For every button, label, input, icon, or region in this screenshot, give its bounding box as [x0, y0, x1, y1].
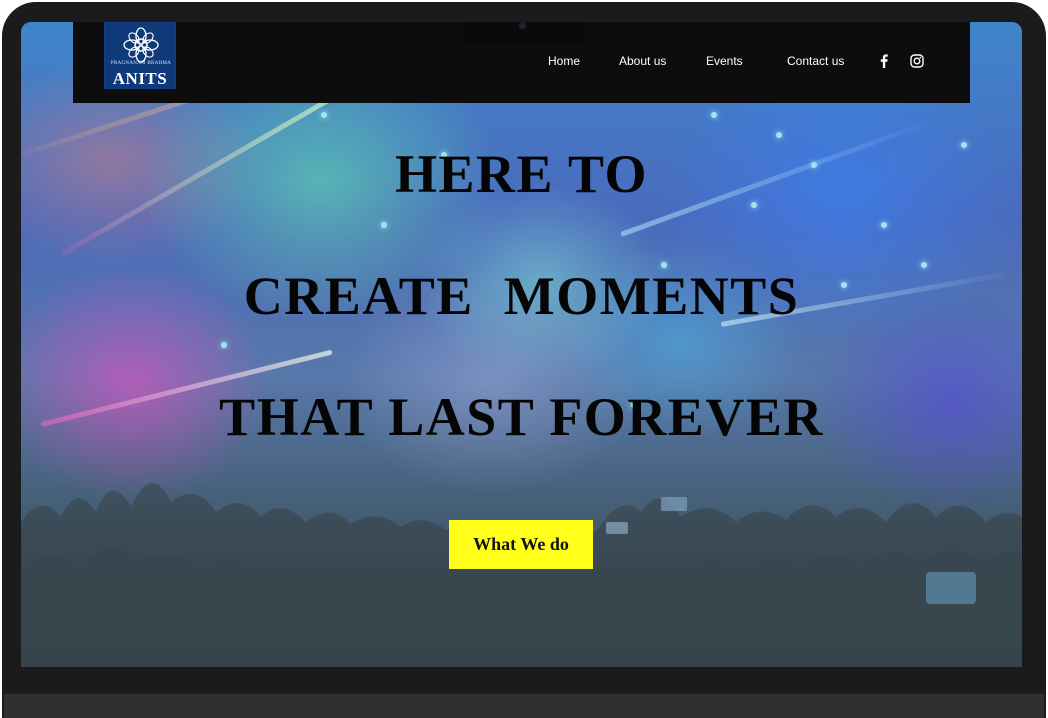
- hero-headline-line3: THAT LAST FOREVER: [219, 387, 824, 447]
- logo-text: ANITS: [112, 69, 168, 88]
- nav-events[interactable]: Events: [706, 54, 743, 68]
- webcam: [519, 22, 526, 29]
- laptop-base: [4, 694, 1044, 718]
- nav-about[interactable]: About us: [619, 54, 666, 68]
- hero-overlay: [21, 22, 1022, 667]
- laptop-mockup: PRAGNANAM BRAHMA ANITS Home About us Eve…: [0, 0, 1048, 718]
- logo-tagline: PRAGNANAM BRAHMA: [110, 61, 172, 66]
- hero-section: [21, 22, 1022, 667]
- what-we-do-button[interactable]: What We do: [449, 520, 593, 569]
- hero-headline-line1: HERE TO: [394, 144, 649, 204]
- emblem-icon: [123, 27, 159, 63]
- instagram-icon[interactable]: [910, 54, 924, 68]
- hero-headline-line2: CREATE MOMENTS: [243, 266, 800, 326]
- nav-contact[interactable]: Contact us: [787, 54, 844, 68]
- anits-logo[interactable]: PRAGNANAM BRAHMA ANITS: [104, 22, 176, 89]
- facebook-icon[interactable]: [877, 54, 891, 68]
- nav-home[interactable]: Home: [548, 54, 580, 68]
